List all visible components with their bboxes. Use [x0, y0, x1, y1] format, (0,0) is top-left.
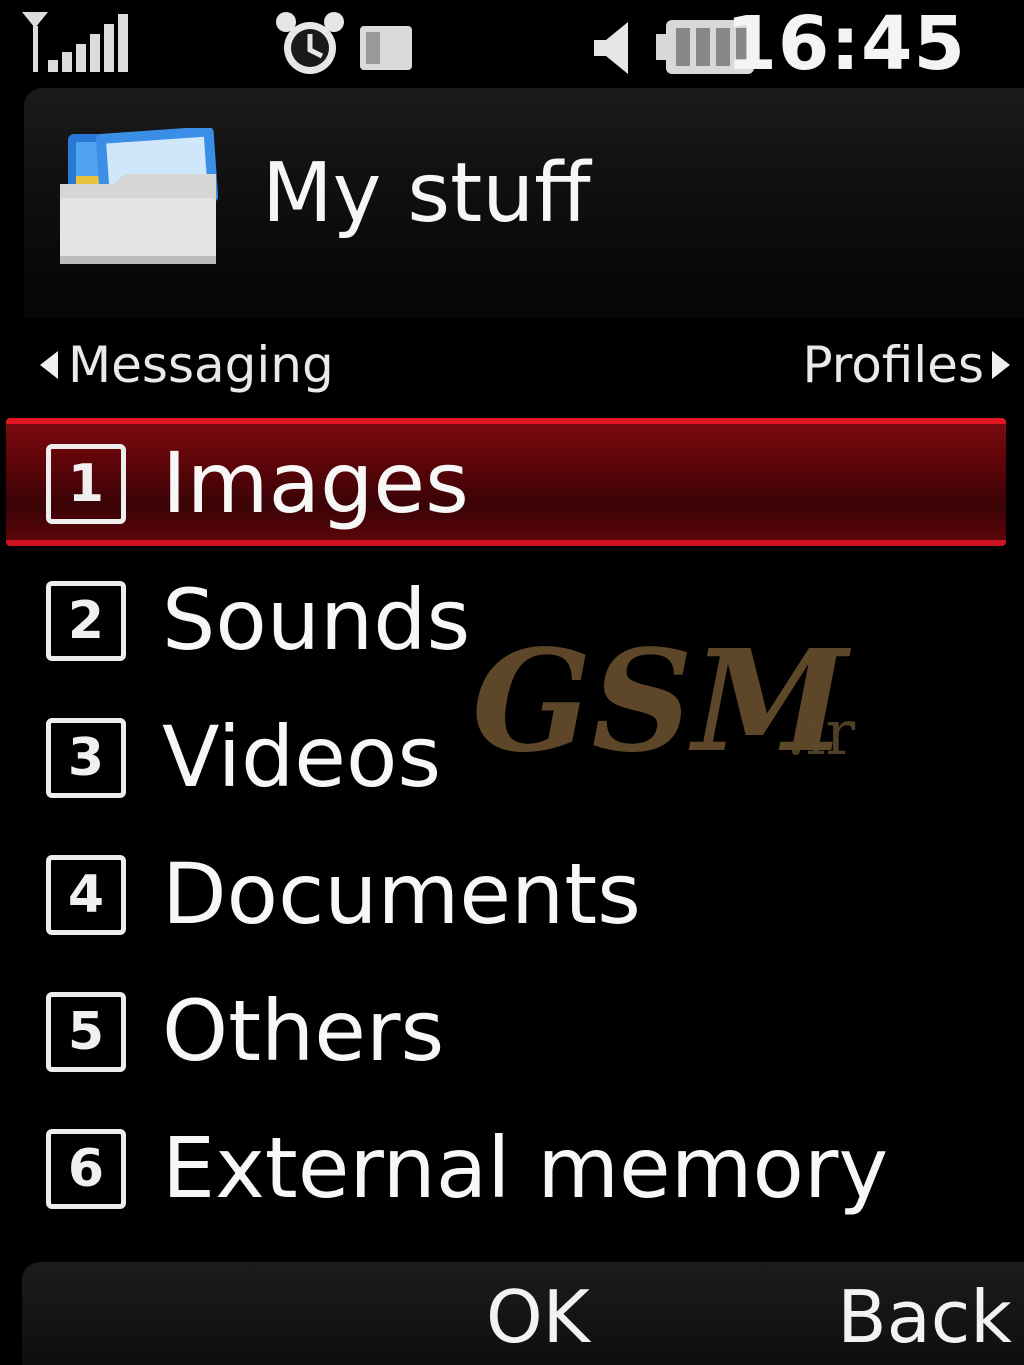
menu-nav-row: Messaging Profiles: [0, 330, 1024, 400]
menu-list: 1 Images 2 Sounds 3 Videos 4 Documents 5…: [0, 412, 1024, 1234]
status-bar: 16:45: [0, 0, 1024, 88]
folder-icon: [60, 128, 218, 264]
menu-item-label: Others: [162, 982, 445, 1080]
back-softkey[interactable]: Back: [837, 1272, 1012, 1362]
menu-item-documents[interactable]: 4 Documents: [0, 823, 1024, 960]
item-number-box: 4: [46, 855, 126, 935]
chevron-left-icon: [40, 351, 58, 379]
svg-text:.ir: .ir: [786, 696, 856, 769]
item-number-box: 6: [46, 1129, 126, 1209]
status-time: 16:45: [725, 1, 966, 87]
menu-item-external-memory[interactable]: 6 External memory: [0, 1097, 1024, 1234]
menu-item-label: Sounds: [162, 571, 471, 669]
item-number-box: 1: [46, 444, 126, 524]
nav-next-label: Profiles: [802, 336, 984, 394]
page-title: My stuff: [262, 146, 591, 241]
selection-highlight: [6, 418, 1006, 546]
nav-prev-label: Messaging: [68, 336, 334, 394]
page-header: My stuff: [24, 88, 1024, 318]
menu-item-label: Documents: [162, 845, 641, 943]
menu-item-label: External memory: [162, 1119, 889, 1217]
menu-item-images[interactable]: 1 Images: [0, 412, 1024, 549]
chevron-right-icon: [992, 351, 1010, 379]
message-icon: [360, 26, 412, 70]
item-number-box: 2: [46, 581, 126, 661]
item-number-box: 5: [46, 992, 126, 1072]
gsm-watermark-logo: GSM .ir: [472, 622, 856, 772]
speaker-icon: [594, 22, 628, 74]
menu-item-others[interactable]: 5 Others: [0, 960, 1024, 1097]
signal-icon: [22, 12, 128, 72]
nav-next-profiles[interactable]: Profiles: [802, 330, 1010, 400]
item-number-box: 3: [46, 718, 126, 798]
nav-prev-messaging[interactable]: Messaging: [40, 330, 334, 400]
alarm-icon: [276, 12, 344, 74]
menu-item-label: Videos: [162, 708, 442, 806]
ok-softkey[interactable]: OK: [486, 1272, 590, 1362]
menu-item-label: Images: [162, 434, 469, 532]
